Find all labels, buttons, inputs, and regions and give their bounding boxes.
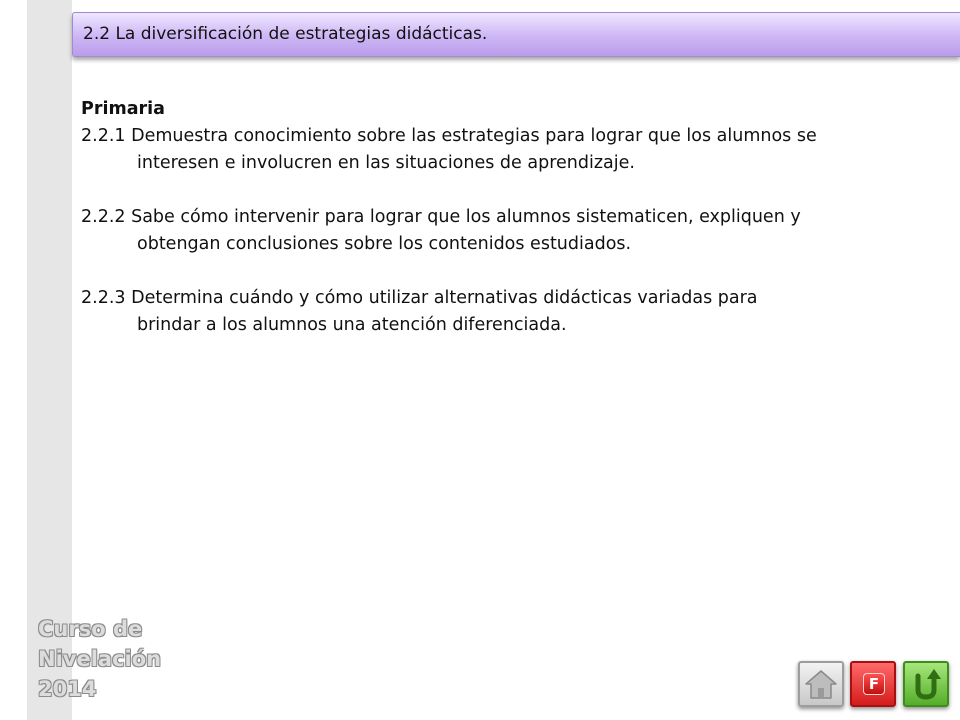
course-label-line: Nivelación [38,647,162,671]
f-button[interactable]: F [850,661,896,707]
course-label-line: Curso de [38,617,143,641]
list-item: 2.2.2 Sabe cómo intervenir para lograr q… [81,204,941,258]
side-strip [27,0,72,720]
item-line: brindar a los alumnos una atención difer… [137,315,567,335]
home-icon [805,670,837,699]
item-line: 2.2.3 Determina cuándo y cómo utilizar a… [81,288,758,308]
course-label-line: 2014 [38,677,97,701]
list-item: 2.2.3 Determina cuándo y cómo utilizar a… [81,285,941,339]
list-item: 2.2.1 Demuestra conocimiento sobre las e… [81,123,941,177]
section-heading: Primaria [81,99,165,119]
course-label: Curso de Nivelación 2014 [38,614,161,704]
item-line: 2.2.2 Sabe cómo intervenir para lograr q… [81,207,801,227]
item-line: obtengan conclusiones sobre los contenid… [137,234,632,254]
f-badge: F [863,673,885,695]
item-line: 2.2.1 Demuestra conocimiento sobre las e… [81,126,817,146]
item-line: interesen e involucren en las situacione… [137,153,635,173]
home-button[interactable] [798,661,844,707]
title-bar: 2.2 La diversificación de estrategias di… [72,12,960,57]
return-button[interactable] [903,661,949,707]
content-body: Primaria 2.2.1 Demuestra conocimiento so… [81,96,941,366]
page-title: 2.2 La diversificación de estrategias di… [83,24,488,44]
u-turn-icon [915,669,941,700]
